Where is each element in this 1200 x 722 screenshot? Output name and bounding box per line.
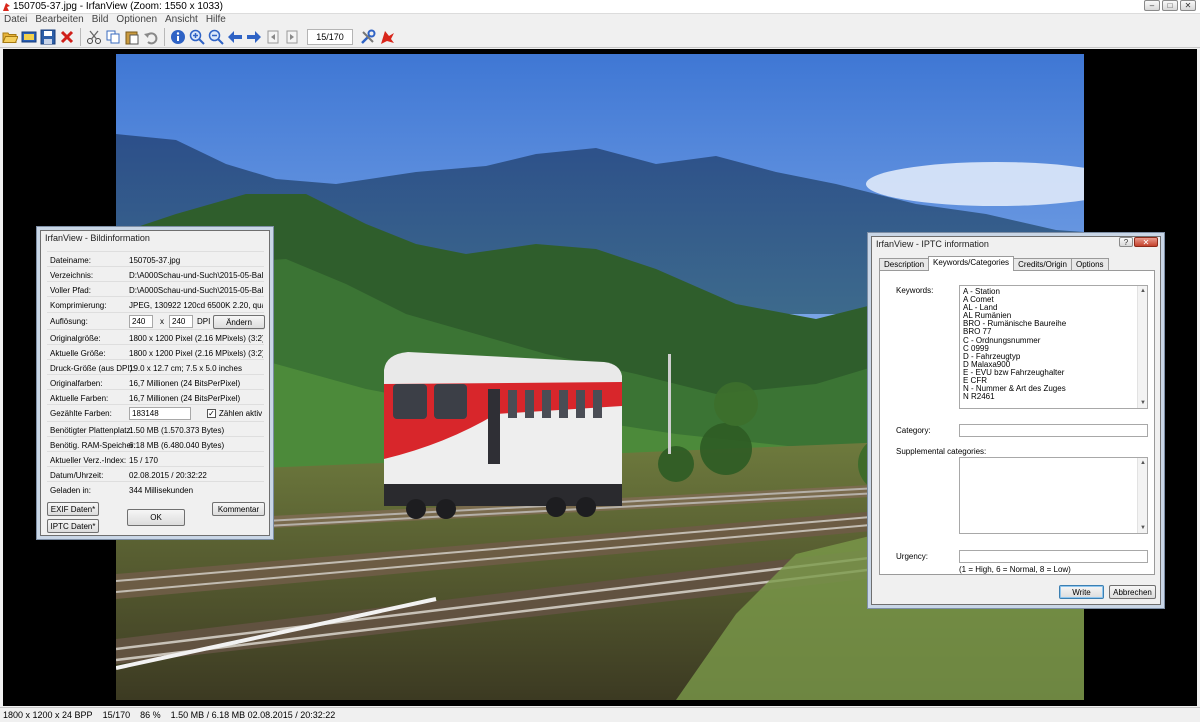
menu-datei[interactable]: Datei — [4, 14, 27, 26]
page-counter[interactable]: 15/170 — [307, 28, 353, 45]
info-label: Gezählte Farben: — [50, 409, 112, 418]
change-resolution-button[interactable]: Ändern — [213, 315, 265, 329]
urgency-input[interactable] — [959, 550, 1148, 563]
info-value: 344 Millisekunden — [129, 486, 194, 495]
image-info-dialog: IrfanView - Bildinformation Dateiname: 15… — [40, 230, 270, 536]
ok-button[interactable]: OK — [127, 509, 185, 526]
write-button[interactable]: Write — [1059, 585, 1104, 599]
train-railcar — [384, 352, 622, 519]
menu-hilfe[interactable]: Hilfe — [206, 14, 226, 26]
next-arrow-icon[interactable] — [246, 29, 262, 45]
open-folder-icon[interactable] — [2, 29, 18, 45]
cancel-button[interactable]: Abbrechen — [1109, 585, 1156, 599]
info-row: Geladen in: 344 Millisekunden — [47, 481, 264, 499]
cut-icon[interactable] — [86, 29, 102, 45]
keywords-scrollbar[interactable]: ▲ ▼ — [1137, 286, 1147, 408]
tab-keywords-categories[interactable]: Keywords/Categories — [928, 256, 1015, 271]
menu-bearbeiten[interactable]: Bearbeiten — [35, 14, 83, 26]
counted-colors-field: 183148 — [129, 407, 191, 420]
copy-icon[interactable] — [105, 29, 121, 45]
zoom-out-icon[interactable] — [208, 29, 224, 45]
supplemental-categories-listbox[interactable]: ▲ ▼ — [959, 457, 1148, 534]
dpi-y-field[interactable]: 240 — [169, 315, 193, 328]
iptc-info-dialog: IrfanView - IPTC information ? ✕ Descrip… — [871, 236, 1161, 605]
toolbar-separator — [164, 27, 165, 46]
status-zoom: 86 % — [140, 710, 161, 720]
scroll-up-icon[interactable]: ▲ — [1138, 287, 1148, 295]
paste-icon[interactable] — [124, 29, 140, 45]
scroll-down-icon[interactable]: ▼ — [1138, 524, 1148, 532]
count-active-checkbox[interactable]: ✓ — [207, 409, 216, 418]
urgency-hint: (1 = High, 6 = Normal, 8 = Low) — [959, 565, 1071, 574]
dpi-x-field[interactable]: 240 — [129, 315, 153, 328]
toolbar-separator — [80, 27, 81, 46]
keyword-item[interactable]: E - EVU bzw Fahrzeughalter — [963, 368, 1144, 377]
menu-ansicht[interactable]: Ansicht — [165, 14, 198, 26]
scroll-down-icon[interactable]: ▼ — [1138, 399, 1148, 407]
menu-bar: Datei Bearbeiten Bild Optionen Ansicht H… — [0, 14, 1200, 26]
zoom-in-icon[interactable] — [189, 29, 205, 45]
status-bar: 1800 x 1200 x 24 BPP 15/170 86 % 1.50 MB… — [0, 707, 1200, 721]
info-label: Auflösung: — [50, 317, 88, 326]
exif-data-button[interactable]: EXIF Daten* — [47, 502, 99, 516]
status-index: 15/170 — [102, 710, 131, 720]
category-input[interactable] — [959, 424, 1148, 437]
count-active-label: Zählen aktiv — [219, 409, 263, 418]
irfanview-logo-icon[interactable] — [379, 29, 395, 45]
previous-arrow-icon[interactable] — [227, 29, 243, 45]
last-page-icon[interactable] — [284, 29, 300, 45]
keywords-label: Keywords: — [896, 286, 934, 295]
dpi-unit: DPI — [197, 317, 211, 326]
irfanview-icon — [3, 3, 10, 11]
dpi-separator: x — [160, 317, 164, 326]
menu-optionen[interactable]: Optionen — [116, 14, 157, 26]
info-row-resolution: Auflösung: 240 x 240 DPI Ändern — [47, 312, 265, 330]
scroll-up-icon[interactable]: ▲ — [1138, 459, 1148, 467]
iptc-data-button[interactable]: IPTC Daten* — [47, 519, 99, 533]
maximize-button[interactable]: □ — [1162, 0, 1178, 11]
status-dimensions: 1800 x 1200 x 24 BPP — [3, 710, 93, 720]
status-file-size: 1.50 MB / 6.18 MB 02.08.2015 / 20:32:22 — [170, 710, 336, 720]
info-icon[interactable] — [170, 29, 186, 45]
dialog-title: IrfanView - Bildinformation — [45, 233, 150, 243]
dialog-close-button[interactable]: ✕ — [1134, 237, 1158, 247]
category-label: Category: — [896, 426, 931, 435]
keywords-listbox[interactable]: A - Station A Comet AL - Land AL Rumänie… — [959, 285, 1148, 409]
close-button[interactable]: ✕ — [1180, 0, 1196, 11]
supplemental-scrollbar[interactable]: ▲ ▼ — [1137, 458, 1147, 533]
save-icon[interactable] — [40, 29, 56, 45]
dialog-title: IrfanView - IPTC information — [876, 239, 989, 249]
slideshow-icon[interactable] — [21, 29, 37, 45]
comment-button[interactable]: Kommentar — [212, 502, 265, 516]
keyword-item[interactable]: C - Ordnungsnummer — [963, 336, 1144, 345]
keyword-item[interactable]: N R2461 — [963, 393, 1144, 401]
keywords-panel: Keywords: A - Station A Comet AL - Land … — [879, 270, 1155, 575]
supplemental-categories-label: Supplemental categories: — [896, 447, 987, 456]
delete-icon[interactable] — [59, 29, 75, 45]
help-button[interactable]: ? — [1119, 237, 1133, 247]
window-title: 150705-37.jpg - IrfanView (Zoom: 1550 x … — [13, 1, 223, 12]
toolbar: 15/170 — [0, 26, 1200, 48]
minimize-button[interactable]: – — [1144, 0, 1160, 11]
info-row-counted-colors: Gezählte Farben: 183148 ✓ Zählen aktiv — [47, 404, 264, 422]
first-page-icon[interactable] — [265, 29, 281, 45]
urgency-label: Urgency: — [896, 552, 929, 561]
options-tools-icon[interactable] — [360, 29, 376, 45]
info-label: Geladen in: — [50, 486, 91, 495]
undo-icon[interactable] — [143, 29, 159, 45]
title-bar: 150705-37.jpg - IrfanView (Zoom: 1550 x … — [0, 0, 1200, 14]
menu-bild[interactable]: Bild — [92, 14, 109, 26]
